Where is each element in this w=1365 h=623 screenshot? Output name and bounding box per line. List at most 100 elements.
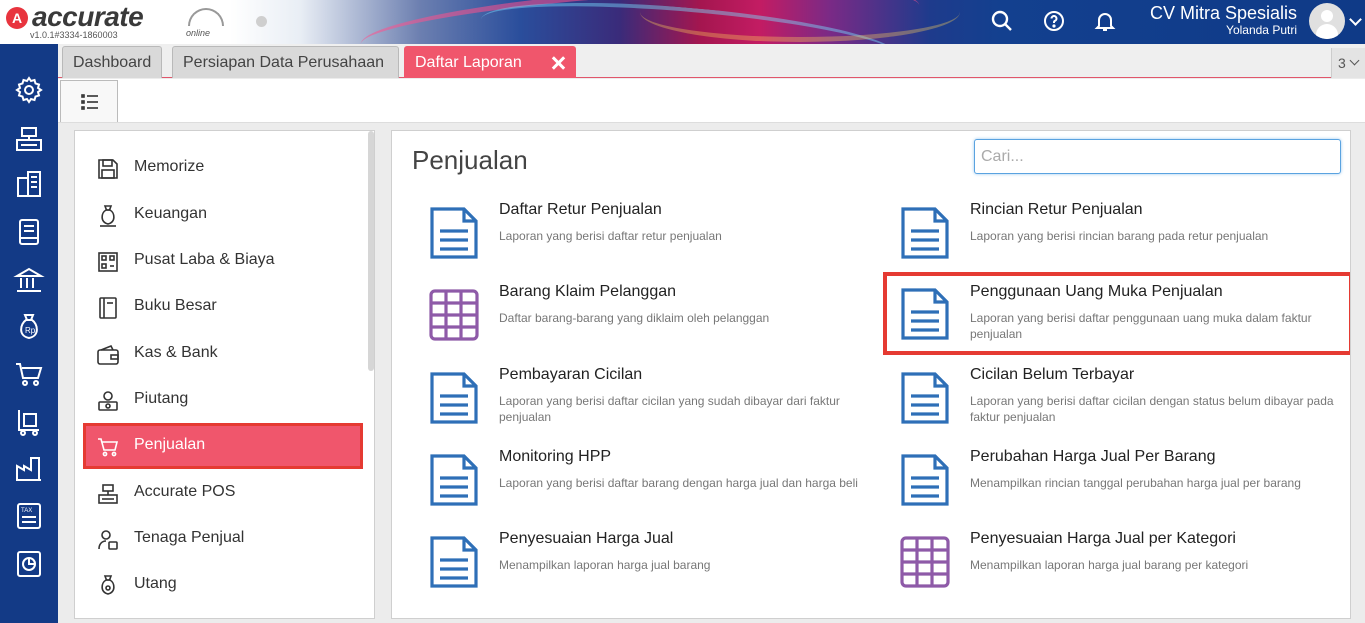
cloud-icon — [188, 8, 224, 26]
report-description: Laporan yang berisi daftar penggunaan ua… — [970, 311, 1312, 341]
app-logo[interactable]: A accurate online v1.0.1#3334-1860003 — [6, 1, 226, 40]
tab-label: Dashboard — [73, 54, 152, 71]
book-icon[interactable] — [13, 216, 45, 248]
money-bag-icon — [100, 205, 116, 227]
help-icon[interactable] — [1042, 9, 1066, 33]
report-description: Menampilkan rincian tanggal perubahan ha… — [970, 476, 1301, 490]
user-name: Yolanda Putri — [1226, 23, 1297, 37]
tab-dashboard[interactable]: Dashboard — [62, 46, 162, 78]
sidebar-item-buku-besar[interactable]: Buku Besar — [83, 284, 363, 330]
report-item-penyesuaian-harga-jual[interactable]: Penyesuaian Harga Jual Menampilkan lapor… — [392, 530, 852, 606]
sidebar-item-penjualan[interactable]: Penjualan — [83, 423, 363, 469]
search-input[interactable] — [974, 139, 1341, 174]
report-description: Laporan yang berisi daftar retur penjual… — [499, 229, 722, 243]
tab-count-dropdown[interactable]: 3 — [1331, 48, 1365, 78]
sidebar-item-label: Accurate POS — [134, 483, 236, 500]
sidebar-item-label: Pusat Laba & Biaya — [134, 251, 275, 268]
tab-persiapan-data-perusahaan[interactable]: Persiapan Data Perusahaan — [172, 46, 399, 78]
payable-bag-icon — [101, 575, 115, 595]
building-icon[interactable] — [13, 168, 45, 200]
money-bag-icon[interactable]: Rp — [13, 310, 45, 342]
receivable-icon — [98, 391, 118, 411]
report-item-pembayaran-cicilan[interactable]: Pembayaran Cicilan Laporan yang berisi d… — [392, 366, 852, 442]
tax-icon[interactable]: TAX — [13, 500, 45, 532]
ledger-book-icon — [99, 297, 117, 319]
sidebar-item-memorize[interactable]: Memorize — [83, 145, 363, 191]
left-rail: Rp TAX — [0, 44, 58, 623]
trolley-icon[interactable] — [13, 406, 45, 438]
chevron-down-icon[interactable] — [1349, 13, 1362, 26]
pos-icon — [98, 484, 118, 504]
report-description: Menampilkan laporan harga jual barang pe… — [970, 558, 1249, 572]
list-view-button[interactable] — [60, 80, 118, 122]
account-info[interactable]: CV Mitra Spesialis Yolanda Putri — [1150, 3, 1297, 38]
salesperson-icon — [98, 530, 118, 550]
tab-label: Daftar Laporan — [415, 54, 522, 71]
document-icon — [430, 454, 478, 506]
report-item-cicilan-belum-terbayar[interactable]: Cicilan Belum Terbayar Laporan yang beri… — [863, 366, 1334, 442]
logo-sub: online — [186, 28, 211, 38]
sidebar-item-kas-bank[interactable]: Kas & Bank — [83, 331, 363, 377]
bank-icon[interactable] — [13, 264, 45, 296]
report-item-perubahan-harga-jual-per-barang[interactable]: Perubahan Harga Jual Per Barang Menampil… — [863, 448, 1323, 524]
sidebar-item-utang[interactable]: Utang — [83, 562, 363, 608]
report-item-rincian-retur-penjualan[interactable]: Rincian Retur Penjualan Laporan yang ber… — [863, 201, 1323, 277]
report-item-penggunaan-uang-muka-penjualan[interactable]: Penggunaan Uang Muka Penjualan Laporan y… — [883, 272, 1350, 355]
report-title: Monitoring HPP — [499, 448, 612, 465]
page-title: Penjualan — [412, 145, 528, 175]
report-description: Menampilkan laporan harga jual barang — [499, 558, 711, 572]
sidebar-item-piutang[interactable]: Piutang — [83, 377, 363, 423]
sidebar-item-label: Utang — [134, 575, 177, 592]
cart-icon — [98, 438, 119, 457]
tab-count-value: 3 — [1338, 55, 1346, 71]
report-item-penyesuaian-harga-jual-per-kategori[interactable]: Penyesuaian Harga Jual per Kategori Mena… — [863, 530, 1323, 606]
sidebar-scrollbar[interactable] — [368, 131, 374, 371]
report-title: Rincian Retur Penjualan — [970, 201, 1143, 218]
tab-daftar-laporan[interactable]: Daftar Laporan — [404, 46, 576, 78]
avatar[interactable] — [1309, 3, 1345, 39]
sidebar-item-label: Memorize — [134, 158, 205, 175]
report-title: Penyesuaian Harga Jual per Kategori — [970, 530, 1236, 547]
sidebar-item-label: Penjualan — [134, 436, 206, 453]
grid-table-icon — [429, 289, 479, 341]
document-icon — [901, 207, 949, 259]
report-title: Perubahan Harga Jual Per Barang — [970, 448, 1216, 465]
svg-text:TAX: TAX — [21, 508, 32, 514]
report-list-panel: Penjualan Daftar Retur Penjualan Laporan… — [391, 130, 1351, 619]
gear-icon[interactable] — [13, 74, 45, 106]
report-title: Cicilan Belum Terbayar — [970, 366, 1135, 383]
logo-text: accurate — [32, 1, 144, 32]
sidebar-item-label: Piutang — [134, 390, 189, 407]
tab-bar: Dashboard Persiapan Data Perusahaan Daft… — [58, 44, 1365, 78]
cashier-icon[interactable] — [13, 122, 45, 154]
report-item-daftar-retur-penjualan[interactable]: Daftar Retur Penjualan Laporan yang beri… — [392, 201, 852, 277]
close-icon[interactable] — [551, 56, 565, 70]
report-title: Pembayaran Cicilan — [499, 366, 643, 383]
toolbar — [58, 79, 1365, 123]
report-title: Daftar Retur Penjualan — [499, 201, 662, 218]
sidebar-item-label: Buku Besar — [134, 297, 217, 314]
cart-icon[interactable] — [13, 358, 45, 390]
sidebar-item-tenaga-penjual[interactable]: Tenaga Penjual — [83, 516, 363, 562]
report-description: Daftar barang-barang yang diklaim oleh p… — [499, 311, 770, 325]
sidebar-item-label: Kas & Bank — [134, 344, 218, 361]
factory-icon[interactable] — [13, 452, 45, 484]
sidebar-item-label: Keuangan — [134, 205, 207, 222]
document-icon — [901, 288, 949, 340]
company-name: CV Mitra Spesialis — [1149, 3, 1297, 23]
chart-icon[interactable] — [13, 548, 45, 580]
sidebar-item-pusat-laba-biaya[interactable]: Pusat Laba & Biaya — [83, 238, 363, 284]
search-icon[interactable] — [990, 9, 1014, 33]
report-description: Laporan yang berisi rincian barang pada … — [970, 229, 1269, 243]
list-icon — [81, 94, 98, 110]
svg-text:Rp: Rp — [25, 326, 36, 335]
sidebar-item-keuangan[interactable]: Keuangan — [83, 192, 363, 238]
top-bar: A accurate online v1.0.1#3334-1860003 CV… — [0, 0, 1365, 44]
logo-mark-icon: A — [6, 7, 28, 29]
report-description: Laporan yang berisi daftar cicilan denga… — [970, 394, 1334, 424]
bell-icon[interactable] — [1093, 9, 1117, 33]
sidebar-item-accurate-pos[interactable]: Accurate POS — [83, 470, 363, 516]
chevron-down-icon — [1349, 55, 1360, 66]
report-item-monitoring-hpp[interactable]: Monitoring HPP Laporan yang berisi dafta… — [392, 448, 858, 524]
report-item-barang-klaim-pelanggan[interactable]: Barang Klaim Pelanggan Daftar barang-bar… — [392, 283, 852, 359]
